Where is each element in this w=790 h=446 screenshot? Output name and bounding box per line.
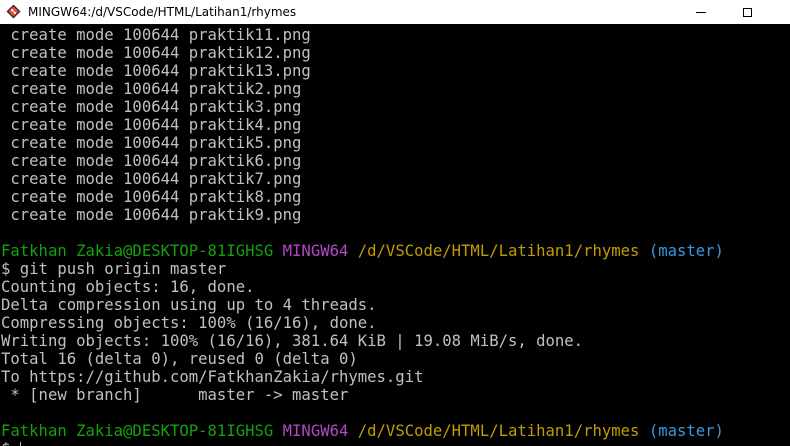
input-prompt: $ [1,440,20,446]
output-line: create mode 100644 praktik3.png [1,98,302,116]
prompt-path: /d/VSCode/HTML/Latihan1/rhymes [357,422,640,440]
output-line: create mode 100644 praktik13.png [1,62,311,80]
prompt-user-host: Fatkhan Zakia@DESKTOP-81IGHSG [1,242,274,260]
command-line: $ git push origin master [1,260,227,278]
maximize-icon [742,7,752,17]
text-cursor [19,442,21,446]
prompt-branch: (master) [648,242,724,260]
prompt-branch: (master) [648,422,724,440]
prompt-user-host: Fatkhan Zakia@DESKTOP-81IGHSG [1,422,274,440]
input-line[interactable]: $ [0,440,790,446]
output-line: create mode 100644 praktik2.png [1,80,302,98]
output-line: create mode 100644 praktik9.png [1,206,302,224]
prompt-msystem: MINGW64 [282,242,349,260]
git-bash-icon [6,4,21,19]
output-line: Counting objects: 16, done. [1,278,255,296]
output-line: Total 16 (delta 0), reused 0 (delta 0) [1,350,358,368]
maximize-button[interactable] [724,0,770,24]
prompt-line: Fatkhan Zakia@DESKTOP-81IGHSG MINGW64 /d… [0,422,790,440]
output-line: create mode 100644 praktik7.png [1,170,302,188]
title-bar[interactable]: MINGW64:/d/VSCode/HTML/Latihan1/rhymes [0,0,790,24]
output-line: create mode 100644 praktik5.png [1,134,302,152]
prompt-path: /d/VSCode/HTML/Latihan1/rhymes [357,242,640,260]
output-line: create mode 100644 praktik12.png [1,44,311,62]
minimize-button[interactable] [678,0,724,24]
terminal-output[interactable]: create mode 100644 praktik11.png create … [0,26,790,446]
output-line: create mode 100644 praktik8.png [1,188,302,206]
output-line: * [new branch] master -> master [1,386,349,404]
output-line: To https://github.com/FatkhanZakia/rhyme… [1,368,424,386]
output-line: create mode 100644 praktik11.png [1,26,311,44]
window-title: MINGW64:/d/VSCode/HTML/Latihan1/rhymes [28,5,297,19]
prompt-msystem: MINGW64 [282,422,349,440]
output-line: Delta compression using up to 4 threads. [1,296,377,314]
output-line: create mode 100644 praktik4.png [1,116,302,134]
minimize-icon [696,11,706,13]
output-line: create mode 100644 praktik6.png [1,152,302,170]
prompt-line: Fatkhan Zakia@DESKTOP-81IGHSG MINGW64 /d… [0,242,790,260]
output-line: Writing objects: 100% (16/16), 381.64 Ki… [1,332,584,350]
output-line: Compressing objects: 100% (16/16), done. [1,314,377,332]
